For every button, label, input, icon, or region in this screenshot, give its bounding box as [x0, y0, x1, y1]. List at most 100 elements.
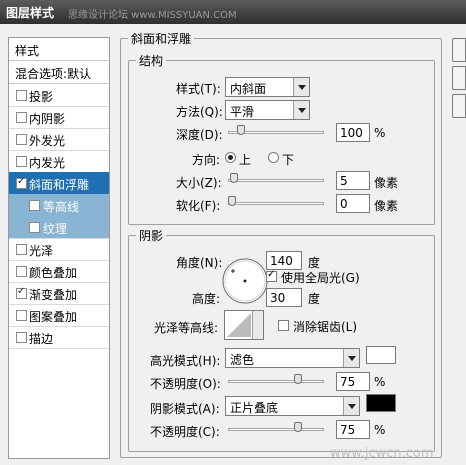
- altitude-unit: 度: [308, 292, 321, 306]
- depth-slider[interactable]: [228, 125, 324, 137]
- sidebar-item-inner-shadow[interactable]: 内阴影: [9, 106, 109, 129]
- sidebar-item-label: 描边: [29, 332, 54, 346]
- anti-alias-checkbox[interactable]: [278, 320, 289, 331]
- sidebar-item-label: 渐变叠加: [29, 288, 78, 302]
- shadow-opacity-input[interactable]: 75: [336, 420, 370, 439]
- chevron-down-icon: [293, 78, 309, 96]
- global-light-label: 使用全局光(G): [281, 271, 360, 285]
- size-slider[interactable]: [228, 173, 324, 185]
- checkbox[interactable]: [29, 200, 40, 211]
- angle-dial[interactable]: [221, 257, 269, 305]
- checkbox[interactable]: [16, 332, 27, 343]
- direction-up-radio[interactable]: [225, 152, 236, 163]
- gloss-contour-label: 光泽等高线:: [154, 321, 219, 335]
- sidebar-item-pattern-overlay[interactable]: 图案叠加: [9, 304, 109, 327]
- shadow-mode-label: 阴影模式(A):: [150, 402, 220, 416]
- checkbox[interactable]: [16, 90, 27, 101]
- structure-title: 结构: [136, 52, 167, 69]
- checkbox[interactable]: [16, 134, 27, 145]
- highlight-opacity-unit: %: [374, 375, 386, 389]
- slider-thumb[interactable]: [237, 125, 245, 135]
- checkbox[interactable]: [16, 266, 27, 277]
- highlight-opacity-slider[interactable]: [228, 374, 324, 386]
- highlight-mode-select[interactable]: 滤色: [225, 348, 360, 368]
- shadow-opacity-label: 不透明度(C):: [150, 425, 220, 439]
- sidebar-item-inner-glow[interactable]: 内发光: [9, 150, 109, 173]
- highlight-opacity-input[interactable]: 75: [336, 372, 370, 391]
- cancel-button[interactable]: [452, 66, 466, 90]
- shadow-opacity-slider[interactable]: [228, 422, 324, 434]
- checkbox[interactable]: [16, 310, 27, 321]
- altitude-label: 高度:: [192, 292, 221, 306]
- slider-thumb[interactable]: [230, 173, 238, 183]
- chevron-down-icon: [343, 349, 359, 367]
- direction-down-label: 下: [282, 153, 295, 167]
- ok-button[interactable]: [452, 38, 466, 62]
- method-select[interactable]: 平滑: [225, 100, 310, 120]
- direction-up-label: 上: [239, 153, 252, 167]
- sidebar-item-satin[interactable]: 光泽: [9, 238, 109, 261]
- contour-preview-icon: [227, 313, 251, 337]
- depth-unit: %: [374, 126, 386, 140]
- method-label: 方法(Q):: [176, 105, 223, 119]
- direction-down-radio[interactable]: [268, 152, 279, 163]
- sidebar-item-label: 等高线: [43, 200, 80, 214]
- soften-label: 软化(F):: [176, 199, 221, 213]
- sidebar-item-label: 内发光: [29, 156, 66, 170]
- altitude-input[interactable]: 30: [266, 288, 302, 307]
- checkbox[interactable]: [16, 244, 27, 255]
- soften-unit: 像素: [374, 199, 399, 213]
- size-unit: 像素: [374, 176, 399, 190]
- window-titlebar: 图层样式 思缘设计论坛 www.MISSYUAN.COM: [0, 0, 466, 24]
- style-select[interactable]: 内斜面: [225, 77, 310, 97]
- sidebar-item-contour[interactable]: 等高线: [9, 194, 109, 217]
- window-title: 图层样式: [6, 6, 55, 20]
- size-input[interactable]: 5: [336, 171, 370, 190]
- angle-input[interactable]: 140: [266, 251, 302, 270]
- checkbox[interactable]: [29, 222, 40, 233]
- checkbox[interactable]: [16, 156, 27, 167]
- sidebar-item-texture[interactable]: 纹理: [9, 216, 109, 239]
- style-list: 样式 混合选项:默认 投影内阴影外发光内发光斜面和浮雕等高线纹理光泽颜色叠加渐变…: [8, 37, 110, 459]
- highlight-color-swatch[interactable]: [366, 346, 396, 364]
- sidebar-item-label: 投影: [29, 90, 54, 104]
- global-light-checkbox[interactable]: [266, 269, 277, 282]
- new-style-button[interactable]: [452, 94, 466, 118]
- sidebar-item-gradient-overlay[interactable]: 渐变叠加: [9, 282, 109, 305]
- sidebar-item-label: 图案叠加: [29, 310, 78, 324]
- sidebar-item-color-overlay[interactable]: 颜色叠加: [9, 260, 109, 283]
- slider-thumb[interactable]: [228, 196, 236, 206]
- sidebar-item-label: 内阴影: [29, 112, 66, 126]
- soften-slider[interactable]: [228, 196, 324, 208]
- sidebar-item-label: 光泽: [29, 244, 54, 258]
- blend-options-item[interactable]: 混合选项:默认: [9, 61, 109, 84]
- chevron-down-icon: [343, 397, 359, 415]
- sidebar-item-label: 颜色叠加: [29, 266, 78, 280]
- checkbox[interactable]: [16, 176, 27, 189]
- direction-label: 方向:: [192, 153, 221, 167]
- soften-input[interactable]: 0: [336, 194, 370, 213]
- sidebar-item-label: 外发光: [29, 134, 66, 148]
- sidebar-item-bevel-emboss[interactable]: 斜面和浮雕: [9, 172, 109, 195]
- watermark-text: www.jcwcn.com: [330, 446, 434, 461]
- checkbox[interactable]: [16, 112, 27, 123]
- slider-thumb[interactable]: [294, 422, 302, 432]
- gloss-contour-picker[interactable]: [224, 310, 264, 340]
- chevron-down-icon: [252, 311, 263, 339]
- shadow-color-swatch[interactable]: [366, 394, 396, 412]
- styles-header[interactable]: 样式: [9, 38, 109, 61]
- watermark-text: 思缘设计论坛 www.MISSYUAN.COM: [68, 10, 237, 21]
- sidebar-item-outer-glow[interactable]: 外发光: [9, 128, 109, 151]
- anti-alias-label: 消除锯齿(L): [293, 320, 358, 334]
- depth-input[interactable]: 100: [336, 123, 370, 142]
- shadow-mode-select[interactable]: 正片叠底: [225, 396, 360, 416]
- checkbox[interactable]: [16, 286, 27, 299]
- bevel-title: 斜面和浮雕: [128, 30, 195, 47]
- depth-label: 深度(D):: [176, 128, 223, 142]
- sidebar-item-stroke[interactable]: 描边: [9, 326, 109, 349]
- highlight-opacity-label: 不透明度(O):: [150, 377, 221, 391]
- sidebar-item-label: 纹理: [43, 222, 68, 236]
- slider-thumb[interactable]: [294, 374, 302, 384]
- chevron-down-icon: [293, 101, 309, 119]
- sidebar-item-drop-shadow[interactable]: 投影: [9, 84, 109, 107]
